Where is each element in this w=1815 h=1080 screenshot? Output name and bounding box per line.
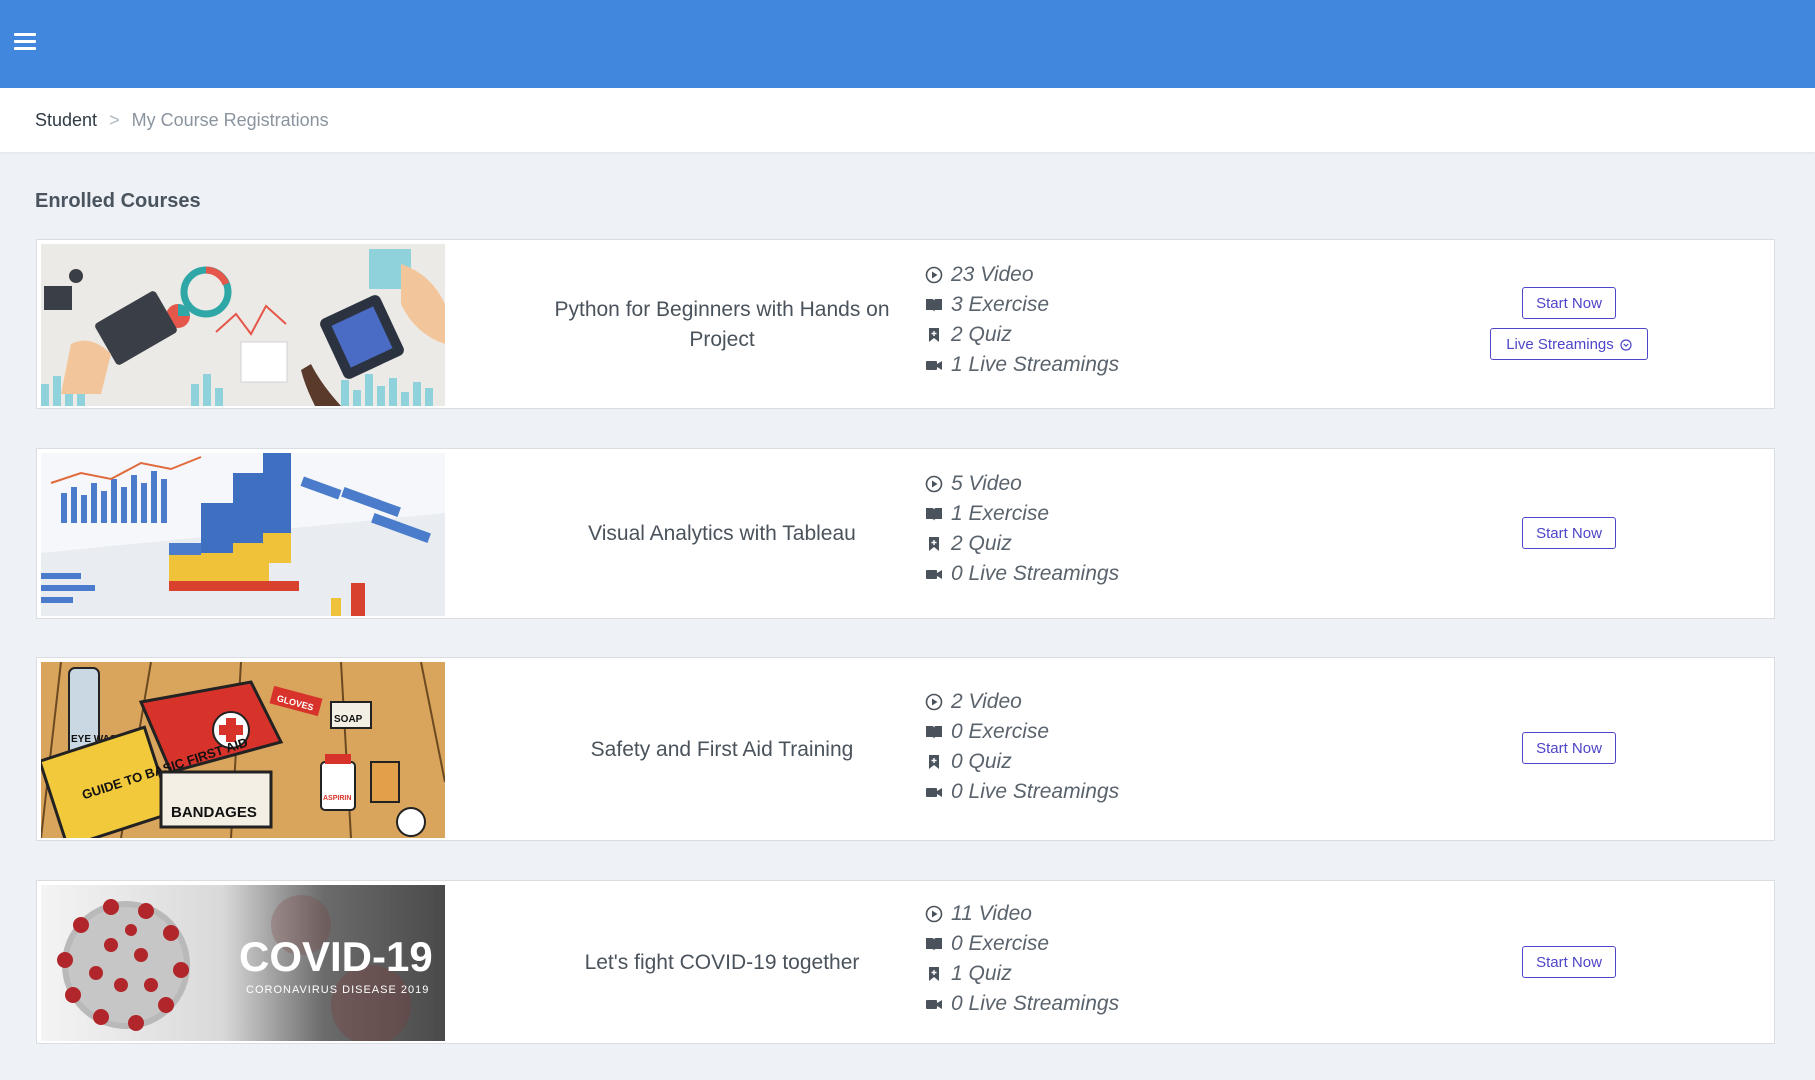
course-thumbnail-first-aid: EYE WASH GUIDE TO BASIC FIRST AID BANDAG… <box>41 662 445 838</box>
course-thumbnail-covid: COVID-19 CORONAVIRUS DISEASE 2019 <box>41 885 445 1041</box>
video-camera-icon <box>925 356 943 374</box>
live-count-label: 1 Live Streamings <box>951 353 1120 376</box>
video-count: 5 Video <box>925 469 1119 499</box>
course-card-first-aid: EYE WASH GUIDE TO BASIC FIRST AID BANDAG… <box>36 657 1775 841</box>
live-count: 0 Live Streamings <box>925 559 1119 589</box>
video-count-label: 5 Video <box>951 472 1022 495</box>
video-count-label: 11 Video <box>951 902 1032 925</box>
exercise-count-label: 1 Exercise <box>951 502 1050 525</box>
quiz-count-label: 2 Quiz <box>951 532 1012 555</box>
live-streamings-label: Live Streamings <box>1506 335 1614 353</box>
course-stats: 5 Video 1 Exercise 2 Quiz 0 Live Streami… <box>925 469 1119 589</box>
video-count: 23 Video <box>925 260 1119 290</box>
video-camera-icon <box>925 995 943 1013</box>
quiz-count: 2 Quiz <box>925 320 1119 350</box>
video-count-label: 2 Video <box>951 690 1022 713</box>
bandages-label: BANDAGES <box>171 804 257 821</box>
exercise-count-label: 0 Exercise <box>951 932 1050 955</box>
chevron-down-circle-icon <box>1620 338 1632 351</box>
live-count: 0 Live Streamings <box>925 777 1119 807</box>
aspirin-label: ASPIRIN <box>323 795 351 802</box>
quiz-count: 0 Quiz <box>925 747 1119 777</box>
start-now-button[interactable]: Start Now <box>1522 732 1616 764</box>
book-open-icon <box>925 296 943 314</box>
live-count: 1 Live Streamings <box>925 350 1119 380</box>
play-circle-icon <box>925 266 943 284</box>
breadcrumb-current-page: My Course Registrations <box>131 109 329 130</box>
covid-subtitle: CORONAVIRUS DISEASE 2019 <box>246 984 429 996</box>
course-card-tableau: Visual Analytics with Tableau 5 Video 1 … <box>36 448 1775 619</box>
exercise-count: 0 Exercise <box>925 929 1119 959</box>
exercise-count: 3 Exercise <box>925 290 1119 320</box>
breadcrumb-separator-icon: > <box>109 109 120 130</box>
live-streamings-button[interactable]: Live Streamings <box>1490 328 1648 360</box>
exercise-count-label: 0 Exercise <box>951 720 1050 743</box>
start-now-button[interactable]: Start Now <box>1522 287 1616 319</box>
course-title: Let's fight COVID-19 together <box>584 951 860 974</box>
play-circle-icon <box>925 905 943 923</box>
exercise-count-label: 3 Exercise <box>951 293 1050 316</box>
hamburger-menu-icon[interactable] <box>14 33 36 51</box>
course-card-covid: COVID-19 CORONAVIRUS DISEASE 2019 Let's … <box>36 880 1775 1044</box>
quiz-count-label: 2 Quiz <box>951 323 1012 346</box>
course-thumbnail-python <box>41 244 445 406</box>
bookmark-icon <box>925 753 943 771</box>
course-title: Python for Beginners with Hands on Proje… <box>554 298 890 351</box>
top-app-bar <box>0 0 1815 88</box>
play-circle-icon <box>925 475 943 493</box>
soap-label: SOAP <box>334 714 363 725</box>
course-thumbnail-tableau <box>41 453 445 616</box>
start-now-button[interactable]: Start Now <box>1522 517 1616 549</box>
quiz-count-label: 0 Quiz <box>951 750 1012 773</box>
live-count: 0 Live Streamings <box>925 989 1119 1019</box>
live-count-label: 0 Live Streamings <box>951 562 1120 585</box>
start-now-button[interactable]: Start Now <box>1522 946 1616 978</box>
course-stats: 2 Video 0 Exercise 0 Quiz 0 Live Streami… <box>925 687 1119 807</box>
course-stats: 11 Video 0 Exercise 1 Quiz 0 Live Stream… <box>925 899 1119 1019</box>
exercise-count: 0 Exercise <box>925 717 1119 747</box>
breadcrumb-student-link[interactable]: Student <box>35 110 97 131</box>
bookmark-icon <box>925 326 943 344</box>
video-camera-icon <box>925 565 943 583</box>
quiz-count: 1 Quiz <box>925 959 1119 989</box>
section-title: Enrolled Courses <box>35 190 201 212</box>
quiz-count: 2 Quiz <box>925 529 1119 559</box>
bookmark-icon <box>925 535 943 553</box>
video-count: 11 Video <box>925 899 1119 929</box>
exercise-count: 1 Exercise <box>925 499 1119 529</box>
bookmark-icon <box>925 965 943 983</box>
breadcrumb-bar: Student > My Course Registrations <box>0 88 1815 152</box>
play-circle-icon <box>925 693 943 711</box>
course-title: Safety and First Aid Training <box>590 738 854 761</box>
live-count-label: 0 Live Streamings <box>951 992 1120 1015</box>
covid-headline: COVID-19 <box>239 933 433 980</box>
book-open-icon <box>925 935 943 953</box>
course-stats: 23 Video 3 Exercise 2 Quiz 1 Live Stream… <box>925 260 1119 380</box>
live-count-label: 0 Live Streamings <box>951 780 1120 803</box>
course-card-python: Python for Beginners with Hands on Proje… <box>36 239 1775 409</box>
quiz-count-label: 1 Quiz <box>951 962 1012 985</box>
book-open-icon <box>925 505 943 523</box>
video-camera-icon <box>925 783 943 801</box>
video-count-label: 23 Video <box>951 263 1034 286</box>
video-count: 2 Video <box>925 687 1119 717</box>
book-open-icon <box>925 723 943 741</box>
course-title: Visual Analytics with Tableau <box>588 522 856 545</box>
breadcrumb: Student > My Course Registrations <box>35 88 329 152</box>
